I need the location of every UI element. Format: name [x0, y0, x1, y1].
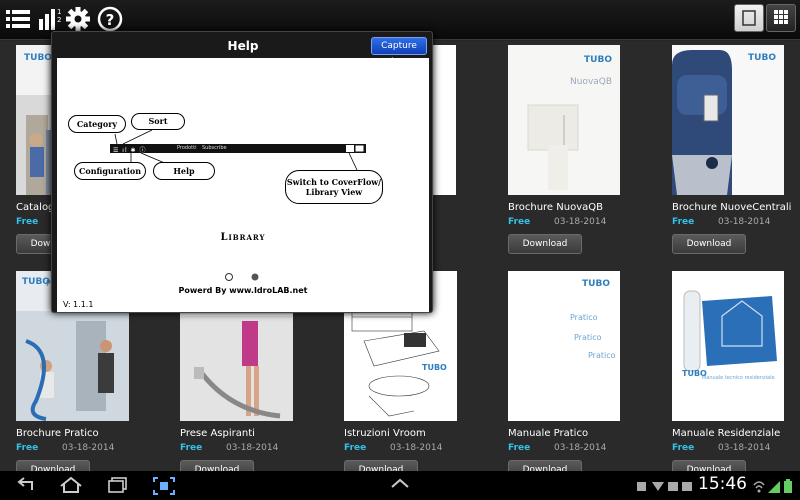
- item-price: Free: [672, 217, 695, 227]
- capture-log-button[interactable]: Capture Log: [371, 37, 427, 67]
- coverflow-view-button[interactable]: [734, 4, 764, 32]
- cover-brand-text: TUBO: [582, 279, 610, 289]
- download-button[interactable]: Download: [672, 460, 746, 471]
- cover-brand-text: TUBO: [584, 55, 612, 65]
- help-illustration[interactable]: ☰ ıl ✱ ⓘ Prodotti Subscribe Category Sor…: [57, 58, 429, 312]
- download-button[interactable]: Download: [180, 460, 254, 471]
- download-button[interactable]: Download: [344, 460, 418, 471]
- category-icon[interactable]: [4, 5, 32, 33]
- cover-product-text: Manuale tecnico residenziale: [702, 375, 775, 381]
- mini-toolbar-tab: Subscribe: [202, 145, 227, 151]
- item-date: 03-18-2014: [718, 217, 771, 227]
- item-date: 03-18-2014: [226, 443, 279, 453]
- coverflow-view-icon: [742, 10, 756, 26]
- sort-icon[interactable]: 1 2: [36, 5, 64, 33]
- item-price: Free: [344, 443, 367, 453]
- svg-text:?: ?: [106, 11, 115, 29]
- settings-icon[interactable]: [64, 5, 92, 33]
- status-clock: 15:46: [698, 474, 747, 494]
- notification-icons: [637, 482, 692, 491]
- cover-residenziale[interactable]: TUBO Manuale tecnico residenziale: [672, 271, 784, 421]
- cover-product-text: Pratico: [570, 313, 598, 322]
- item-title: Brochure NuovaQB: [508, 202, 603, 213]
- item-date: 03-18-2014: [718, 443, 771, 453]
- grid-view-button[interactable]: [766, 4, 796, 32]
- download-button[interactable]: Download: [508, 234, 582, 254]
- item-price: Free: [180, 443, 203, 453]
- callout-help: Help: [153, 162, 215, 180]
- item-price: Free: [672, 443, 695, 453]
- item-price: Free: [508, 217, 531, 227]
- cover-product-text: Pratico: [588, 351, 616, 360]
- back-icon[interactable]: [14, 476, 38, 494]
- system-navigation-bar: 15:46: [0, 471, 800, 500]
- cover-manuale-pratico[interactable]: TUBO Pratico Pratico Pratico: [508, 271, 620, 421]
- cover-product-text: Pratico: [574, 333, 602, 342]
- help-icon[interactable]: ?: [96, 5, 124, 33]
- cover-nuovaqb[interactable]: TUBO NuovaQB: [508, 45, 620, 195]
- item-title: Manuale Residenziale: [672, 428, 781, 439]
- item-title: Prese Aspiranti: [180, 428, 255, 439]
- item-date: 03-18-2014: [390, 443, 443, 453]
- version-text: V: 1.1.1: [63, 300, 94, 309]
- chevron-up-icon[interactable]: [390, 476, 410, 490]
- library-label: Library: [220, 232, 266, 243]
- item-title: Brochure Pratico: [16, 428, 99, 439]
- mini-toolbar-tab: Prodotti: [177, 145, 197, 151]
- mini-toolbar-icons-icon: ☰ ıl ✱ ⓘ: [113, 147, 147, 154]
- item-price: Free: [16, 443, 39, 453]
- help-dialog: Help Capture Log ☰ ıl ✱ ⓘ Prodotti Subsc…: [51, 31, 433, 313]
- download-button[interactable]: Download: [508, 460, 582, 471]
- cover-product-text: NuovaQB: [570, 77, 613, 87]
- callout-configuration: Configuration: [74, 162, 146, 180]
- cover-brand-text: TUBO: [748, 53, 776, 63]
- cover-nuovecentrali[interactable]: TUBO: [672, 45, 784, 195]
- item-date: 03-18-2014: [554, 443, 607, 453]
- item-date: 03-18-2014: [62, 443, 115, 453]
- download-button[interactable]: Download: [16, 460, 90, 471]
- callout-category: Category: [68, 115, 126, 133]
- grid-view-icon: [774, 10, 788, 24]
- callout-switch-view: Switch to CoverFlow/ Library View: [285, 170, 383, 204]
- screenshot-icon[interactable]: [152, 476, 176, 496]
- recent-apps-icon[interactable]: [106, 476, 130, 494]
- item-title: Brochure NuoveCentrali: [672, 202, 792, 213]
- item-title: Manuale Pratico: [508, 428, 589, 439]
- callout-sort: Sort: [131, 113, 185, 130]
- item-title: Istruzioni Vroom: [344, 428, 426, 439]
- status-signal-icons: [753, 479, 792, 493]
- item-date: 03-18-2014: [554, 217, 607, 227]
- download-button[interactable]: Download: [672, 234, 746, 254]
- svg-text:2: 2: [57, 16, 61, 24]
- item-price: Free: [16, 217, 39, 227]
- item-price: Free: [508, 443, 531, 453]
- home-icon[interactable]: [58, 476, 84, 494]
- powered-by-text: Powerd By www.IdroLAB.net: [178, 286, 308, 295]
- cover-brand-text: TUBO: [422, 363, 447, 372]
- cover-brand-text: TUBO: [24, 53, 52, 63]
- svg-text:1: 1: [57, 8, 61, 16]
